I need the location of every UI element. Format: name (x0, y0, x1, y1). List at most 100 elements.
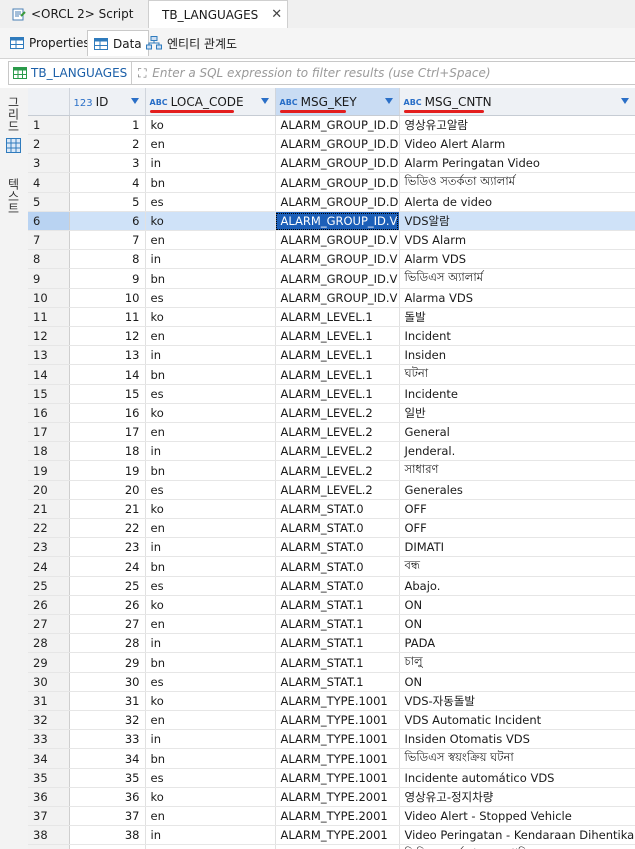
cell-msg-key[interactable]: ALARM_LEVEL.2 (275, 422, 400, 442)
cell-msg-cntn[interactable]: Insiden Otomatis VDS (399, 729, 635, 749)
tab-er-diagram[interactable]: 엔티티 관계도 (140, 30, 243, 56)
row-number[interactable]: 19 (28, 460, 70, 481)
cell-msg-key[interactable]: ALARM_STAT.0 (275, 537, 400, 557)
table-row[interactable]: 14 14 bn ALARM_LEVEL.1 ঘটনা (28, 364, 635, 385)
cell-loca-code[interactable]: ko (145, 115, 276, 135)
cell-msg-key[interactable]: ALARM_TYPE.1001 (275, 710, 400, 730)
cell-msg-cntn[interactable]: ভিডিও সতর্কতা অ্যালার্ম (399, 172, 635, 193)
row-number[interactable]: 22 (28, 518, 70, 538)
expand-icon[interactable]: ⛶ (132, 66, 152, 81)
cell-msg-key[interactable]: ALARM_LEVEL.1 (275, 326, 400, 346)
table-row[interactable]: 32 32 en ALARM_TYPE.1001 VDS Automatic Incid… (28, 710, 635, 730)
cell-msg-cntn[interactable]: PADA (399, 633, 635, 653)
text-view-tab[interactable]: 텍스트 (6, 178, 22, 214)
cell-id[interactable]: 25 (69, 576, 146, 596)
cell-msg-cntn[interactable]: বন্ধ (399, 556, 635, 577)
cell-id[interactable]: 2 (69, 134, 146, 154)
table-row[interactable]: 17 17 en ALARM_LEVEL.2 General (28, 422, 635, 442)
table-row[interactable]: 30 30 es ALARM_STAT.1 ON (28, 672, 635, 692)
cell-msg-key[interactable]: ALARM_TYPE.2001 (275, 825, 400, 845)
cell-id[interactable]: 30 (69, 672, 146, 692)
cell-id[interactable]: 11 (69, 307, 146, 327)
row-number[interactable]: 3 (28, 153, 70, 173)
row-number[interactable]: 37 (28, 806, 70, 826)
cell-id[interactable]: 5 (69, 192, 146, 212)
cell-id[interactable]: 8 (69, 249, 146, 269)
cell-id[interactable]: 21 (69, 499, 146, 519)
cell-msg-cntn[interactable]: Insiden (399, 345, 635, 365)
cell-msg-key[interactable]: ALARM_LEVEL.1 (275, 345, 400, 365)
cell-loca-code[interactable]: es (145, 576, 276, 596)
row-number[interactable]: 14 (28, 364, 70, 385)
sort-arrow-icon[interactable] (384, 98, 393, 104)
close-icon[interactable]: ✕ (271, 7, 282, 22)
table-row[interactable]: 2 2 en ALARM_GROUP_ID.D Video Alert Alarm (28, 134, 635, 154)
cell-id[interactable]: 14 (69, 364, 146, 385)
cell-msg-cntn[interactable]: Alarm Peringatan Video (399, 153, 635, 173)
cell-loca-code[interactable]: bn (145, 652, 276, 673)
cell-msg-key[interactable]: ALARM_TYPE.1001 (275, 768, 400, 788)
cell-msg-cntn[interactable]: VDS알람 (399, 211, 635, 231)
row-number[interactable]: 12 (28, 326, 70, 346)
cell-id[interactable]: 32 (69, 710, 146, 730)
cell-loca-code[interactable]: en (145, 518, 276, 538)
cell-msg-cntn[interactable]: OFF (399, 499, 635, 519)
row-number[interactable]: 17 (28, 422, 70, 442)
cell-id[interactable]: 28 (69, 633, 146, 653)
row-number[interactable]: 28 (28, 633, 70, 653)
cell-loca-code[interactable]: bn (145, 172, 276, 193)
cell-loca-code[interactable]: en (145, 326, 276, 346)
cell-msg-key[interactable]: ALARM_TYPE.2001 (275, 844, 400, 849)
cell-id[interactable]: 38 (69, 825, 146, 845)
row-number[interactable]: 25 (28, 576, 70, 596)
cell-msg-key[interactable]: ALARM_LEVEL.1 (275, 384, 400, 404)
cell-loca-code[interactable]: in (145, 825, 276, 845)
cell-loca-code[interactable]: bn (145, 748, 276, 769)
cell-msg-cntn[interactable]: VDS Alarm (399, 230, 635, 250)
row-number[interactable]: 35 (28, 768, 70, 788)
cell-msg-cntn[interactable]: 영상유고알람 (399, 115, 635, 135)
cell-loca-code[interactable]: en (145, 230, 276, 250)
table-row[interactable]: 5 5 es ALARM_GROUP_ID.D Alerta de video (28, 192, 635, 212)
grid-icon[interactable] (6, 138, 21, 153)
row-number[interactable]: 33 (28, 729, 70, 749)
cell-msg-cntn[interactable]: চালু (399, 652, 635, 673)
table-row[interactable]: 19 19 bn ALARM_LEVEL.2 সাধারণ (28, 460, 635, 481)
cell-msg-key[interactable]: ALARM_LEVEL.2 (275, 403, 400, 423)
cell-msg-cntn[interactable]: Incidente (399, 384, 635, 404)
filter-input[interactable]: Enter a SQL expression to filter results… (152, 66, 490, 80)
cell-id[interactable]: 22 (69, 518, 146, 538)
table-row[interactable]: 4 4 bn ALARM_GROUP_ID.D ভিডিও সতর্কতা অ্যালা… (28, 172, 635, 193)
table-row[interactable]: 26 26 ko ALARM_STAT.1 ON (28, 595, 635, 615)
tab-script[interactable]: <ORCL 2> Script (4, 0, 141, 28)
cell-msg-cntn[interactable]: Alarma VDS (399, 288, 635, 308)
row-number[interactable]: 39 (28, 844, 70, 849)
cell-loca-code[interactable]: en (145, 806, 276, 826)
row-number[interactable]: 27 (28, 614, 70, 634)
row-number[interactable]: 1 (28, 115, 70, 135)
cell-msg-key[interactable]: ALARM_GROUP_ID.V (275, 249, 400, 269)
table-row[interactable]: 3939bnALARM_TYPE.2001ভিডিও সতর্কতা - বন্… (28, 844, 635, 849)
row-number[interactable]: 29 (28, 652, 70, 673)
row-number[interactable]: 11 (28, 307, 70, 327)
cell-msg-cntn[interactable]: Video Alert Alarm (399, 134, 635, 154)
table-row[interactable]: 20 20 es ALARM_LEVEL.2 Generales (28, 480, 635, 500)
cell-msg-cntn[interactable]: VDS Automatic Incident (399, 710, 635, 730)
table-row[interactable]: 28 28 in ALARM_STAT.1 PADA (28, 633, 635, 653)
cell-loca-code[interactable]: ko (145, 499, 276, 519)
cell-loca-code[interactable]: ko (145, 403, 276, 423)
table-row[interactable]: 31 31 ko ALARM_TYPE.1001 VDS-자동돌발 (28, 691, 635, 711)
cell-msg-key[interactable]: ALARM_STAT.0 (275, 576, 400, 596)
table-row[interactable]: 10 10 es ALARM_GROUP_ID.V Alarma VDS (28, 288, 635, 308)
column-header-id[interactable]: 123 ID (69, 88, 146, 116)
cell-msg-key[interactable]: ALARM_TYPE.1001 (275, 729, 400, 749)
cell-id[interactable]: 39 (69, 844, 146, 849)
table-row[interactable]: 6 6 ko ALARM_GROUP_ID.V VDS알람 (28, 211, 635, 231)
cell-loca-code[interactable]: es (145, 480, 276, 500)
cell-msg-cntn[interactable]: ON (399, 595, 635, 615)
cell-msg-cntn[interactable]: ভিডিও সতর্কতা - বন্ধ গাড়ি (399, 844, 635, 849)
cell-msg-key[interactable]: ALARM_STAT.0 (275, 556, 400, 577)
cell-loca-code[interactable]: ko (145, 211, 276, 231)
row-number[interactable]: 20 (28, 480, 70, 500)
table-row[interactable]: 13 13 in ALARM_LEVEL.1 Insiden (28, 345, 635, 365)
